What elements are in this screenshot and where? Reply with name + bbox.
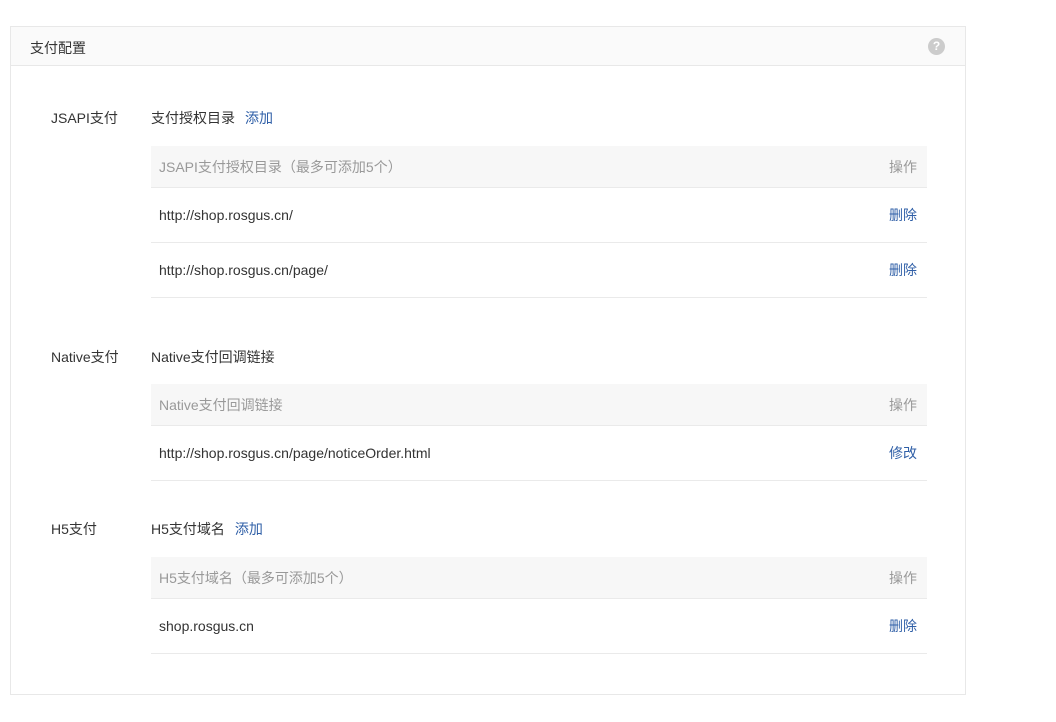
- native-col-action: 操作: [889, 396, 917, 413]
- native-table-header: Native支付回调链接 操作: [151, 384, 927, 426]
- jsapi-table-header: JSAPI支付授权目录（最多可添加5个） 操作: [151, 146, 927, 188]
- jsapi-auth-dir-label: 支付授权目录: [151, 110, 235, 126]
- table-row: http://shop.rosgus.cn/page/noticeOrder.h…: [151, 426, 927, 481]
- panel-header: 支付配置 ?: [11, 27, 965, 66]
- jsapi-label: JSAPI支付: [51, 110, 118, 126]
- h5-domain-label: H5支付域名: [151, 521, 225, 537]
- jsapi-row-delete-link[interactable]: 删除: [889, 260, 917, 280]
- table-row: shop.rosgus.cn 删除: [151, 599, 927, 654]
- jsapi-row-value: http://shop.rosgus.cn/page/: [159, 262, 328, 278]
- h5-col-action: 操作: [889, 569, 917, 586]
- h5-table: H5支付域名（最多可添加5个） 操作 shop.rosgus.cn 删除: [151, 557, 927, 654]
- h5-table-header: H5支付域名（最多可添加5个） 操作: [151, 557, 927, 599]
- h5-col-main: H5支付域名（最多可添加5个）: [159, 569, 353, 586]
- h5-sub-label: H5支付域名 添加: [151, 519, 263, 539]
- native-label: Native支付: [51, 349, 119, 365]
- panel-title: 支付配置: [30, 40, 86, 56]
- jsapi-col-main: JSAPI支付授权目录（最多可添加5个）: [159, 158, 402, 175]
- native-table: Native支付回调链接 操作 http://shop.rosgus.cn/pa…: [151, 384, 927, 481]
- payment-config-panel: 支付配置 ? JSAPI支付 支付授权目录 添加 JSAPI支付授权目录（最多可添…: [10, 26, 966, 695]
- native-row-value: http://shop.rosgus.cn/page/noticeOrder.h…: [159, 445, 431, 461]
- h5-add-link[interactable]: 添加: [235, 521, 263, 537]
- native-row-edit-link[interactable]: 修改: [889, 443, 917, 463]
- jsapi-col-action: 操作: [889, 158, 917, 175]
- jsapi-add-link[interactable]: 添加: [245, 110, 273, 126]
- h5-row-delete-link[interactable]: 删除: [889, 616, 917, 636]
- jsapi-table: JSAPI支付授权目录（最多可添加5个） 操作 http://shop.rosg…: [151, 146, 927, 298]
- native-col-main: Native支付回调链接: [159, 396, 283, 413]
- table-row: http://shop.rosgus.cn/page/ 删除: [151, 243, 927, 298]
- jsapi-sub-label: 支付授权目录 添加: [151, 108, 273, 128]
- table-row: http://shop.rosgus.cn/ 删除: [151, 188, 927, 243]
- h5-label: H5支付: [51, 521, 97, 537]
- jsapi-row-value: http://shop.rosgus.cn/: [159, 207, 293, 223]
- native-sub-label: Native支付回调链接: [151, 349, 275, 365]
- help-icon[interactable]: ?: [928, 38, 945, 55]
- h5-row-value: shop.rosgus.cn: [159, 618, 254, 634]
- jsapi-row-delete-link[interactable]: 删除: [889, 205, 917, 225]
